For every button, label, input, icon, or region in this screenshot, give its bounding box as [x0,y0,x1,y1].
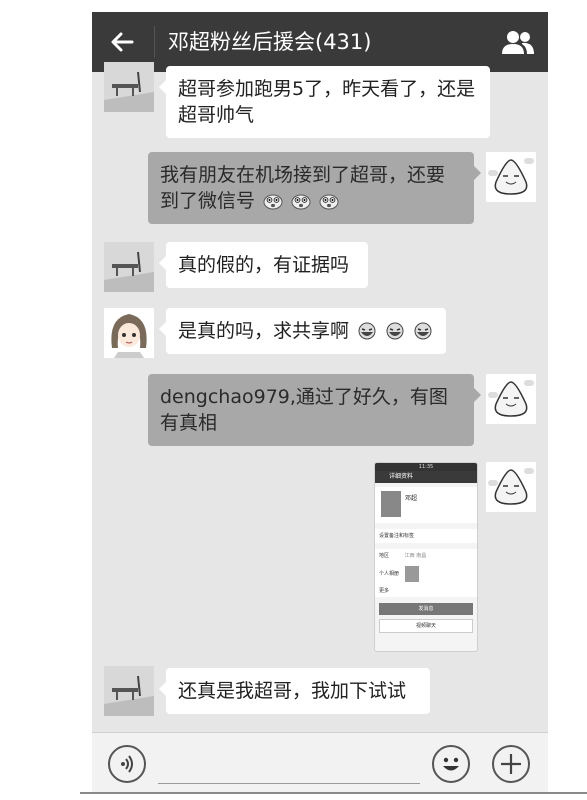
landscape-avatar[interactable] [104,242,154,292]
shot-more-row: 更多 [375,585,477,597]
anime-girl-avatar[interactable] [104,308,154,358]
shot-send-button: 发消息 [379,603,473,615]
message-bubble[interactable]: 是真的吗，求共享啊 [159,308,446,354]
bottom-frame-line [80,792,587,794]
back-arrow-icon[interactable] [108,28,136,56]
message-bubble[interactable]: 还真是我超哥，我加下试试 [159,668,430,714]
chat-window: 邓超粉丝后援会(431) 超哥参加跑男5了，昨天看了，还是超哥帅气 我有朋友在机… [92,12,548,792]
shot-region-row: 地区 江西 南昌 [375,549,477,563]
shot-album-row: 个人相册 [375,563,477,585]
onigiri-avatar[interactable] [486,462,536,512]
composer-bar [92,732,548,792]
add-icon[interactable] [492,745,530,783]
message-bubble[interactable]: 超哥参加跑男5了，昨天看了，还是超哥帅气 [159,66,490,138]
message-text: 是真的吗，求共享啊 [178,320,350,342]
title-bar: 邓超粉丝后援会(431) [92,12,548,72]
shot-region-value: 江西 南昌 [404,553,427,559]
emoji-icon[interactable] [432,745,470,783]
shocked-face-emoji [263,194,283,210]
chat-title: 邓超粉丝后援会(431) [168,30,372,54]
message-text: 超哥参加跑男5了，昨天看了，还是超哥帅气 [178,78,476,126]
title-divider [154,26,155,58]
shocked-face-emoji [291,194,311,210]
message-bubble[interactable]: 真的假的，有证据吗 [159,242,368,288]
laughing-face-emoji [386,322,404,340]
landscape-avatar[interactable] [104,666,154,716]
shot-status-bar: 11:35 [375,463,477,471]
message-bubble[interactable]: 我有朋友在机场接到了超哥，还要到了微信号 [148,152,481,224]
shocked-face-emoji [319,194,339,210]
voice-icon[interactable] [108,745,146,783]
landscape-avatar[interactable] [104,62,154,112]
shot-header: 详细资料 [375,471,477,483]
message-text: dengchao979,通过了好久，有图有真相 [160,386,448,434]
shot-region-label: 地区 [379,553,390,559]
shot-album-label: 个人相册 [379,571,400,577]
onigiri-avatar[interactable] [486,152,536,202]
message-bubble[interactable]: dengchao979,通过了好久，有图有真相 [148,374,481,446]
group-members-icon[interactable] [500,28,536,56]
shot-album-thumb [405,566,419,582]
message-list[interactable]: 超哥参加跑男5了，昨天看了，还是超哥帅气 我有朋友在机场接到了超哥，还要到了微信… [92,62,548,732]
laughing-face-emoji [358,322,376,340]
shot-avatar [381,491,401,517]
shot-profile: 邓超 [375,487,477,523]
message-input[interactable] [158,783,420,784]
message-text: 真的假的，有证据吗 [178,254,350,276]
shot-alias-row: 设置备注和标签 [375,529,477,543]
image-message[interactable]: 11:35 详细资料 邓超 设置备注和标签 地区 江西 南昌 个人相册 更多 发… [374,462,478,652]
shot-video-button: 视频聊天 [379,619,473,633]
onigiri-avatar[interactable] [486,374,536,424]
laughing-face-emoji [414,322,432,340]
shot-name: 邓超 [405,495,418,502]
message-text: 还真是我超哥，我加下试试 [178,680,407,702]
